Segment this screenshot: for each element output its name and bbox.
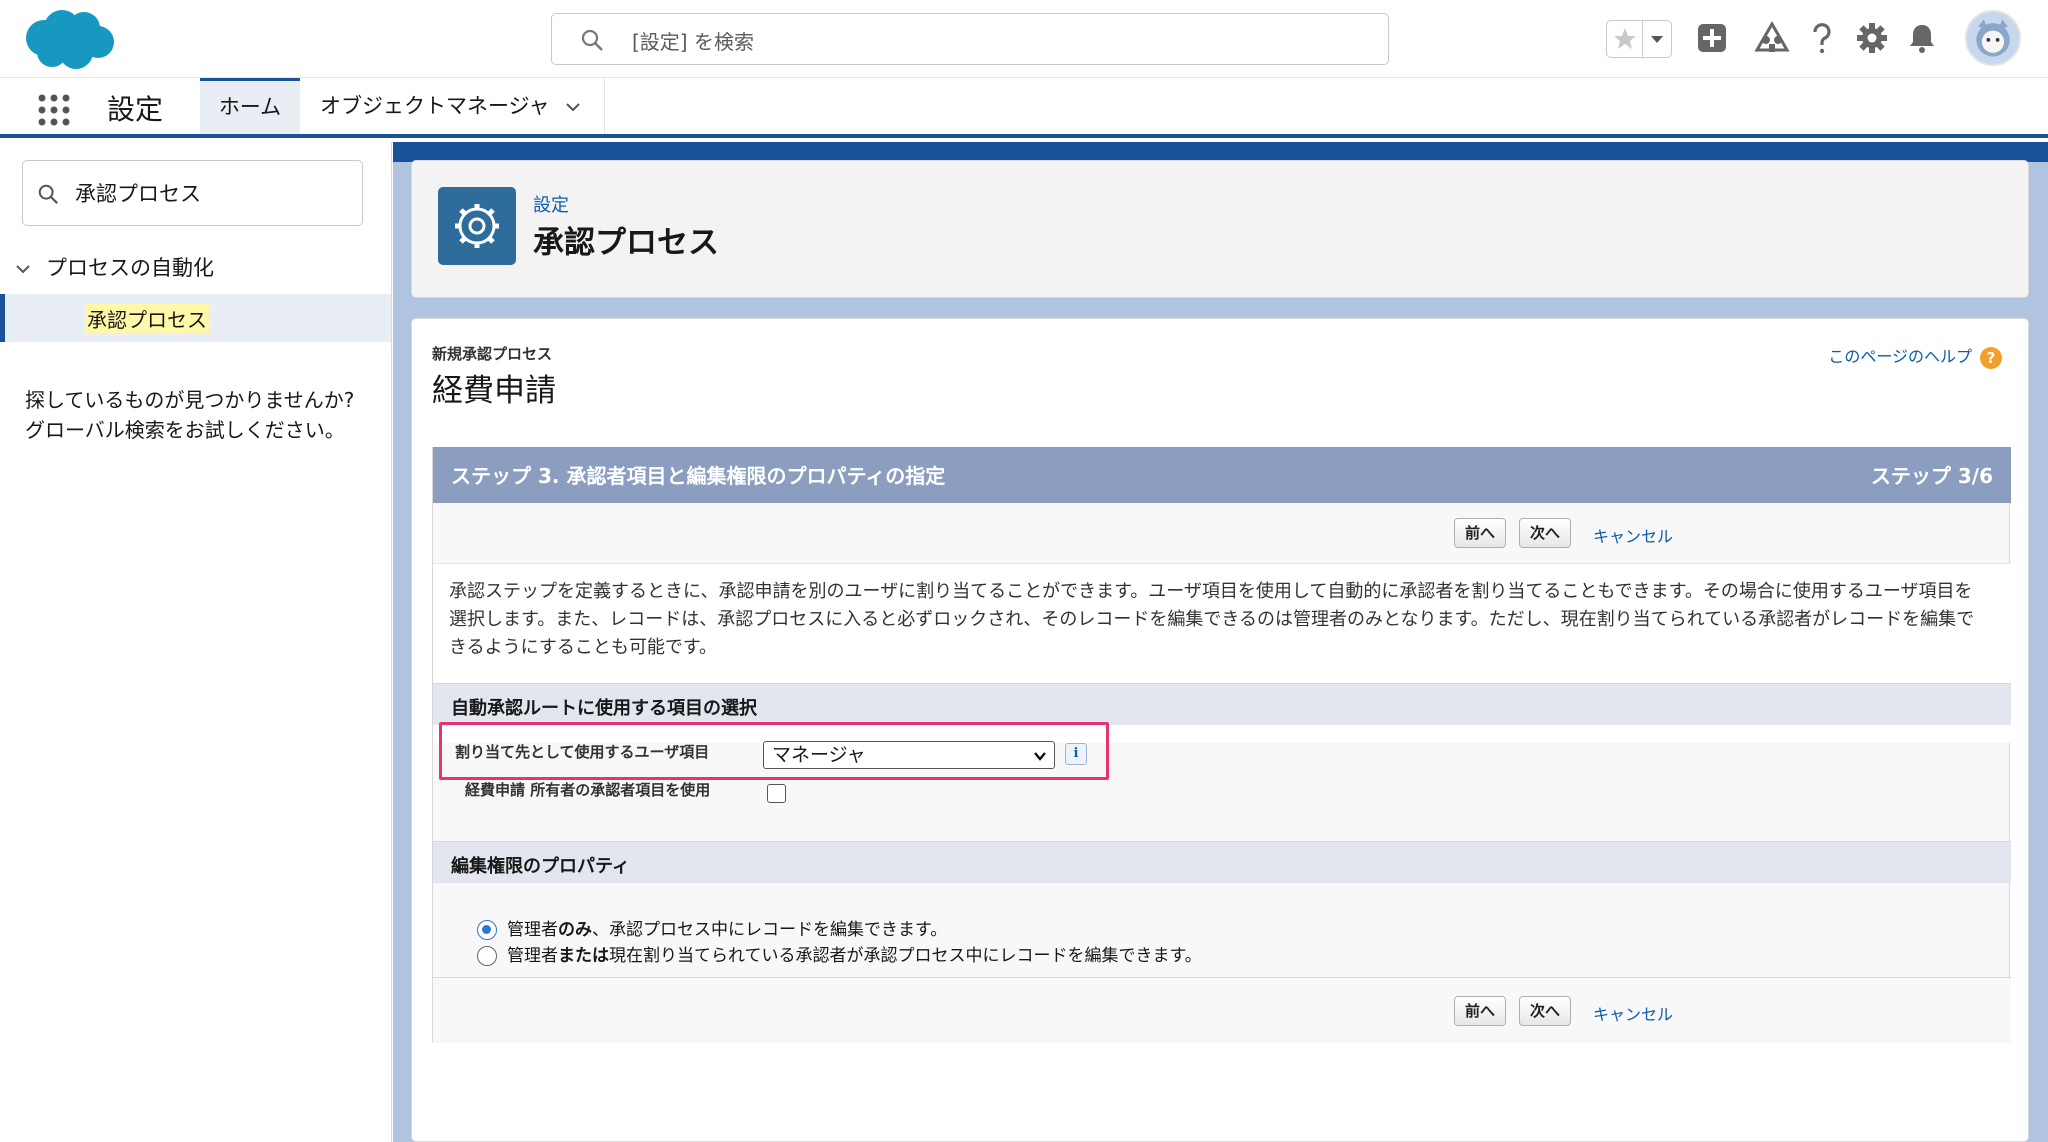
setup-gear-icon (438, 187, 516, 265)
next-button[interactable]: 次へ (1519, 518, 1572, 548)
chevron-down-icon (1651, 36, 1663, 43)
prev-button-bottom[interactable]: 前へ (1454, 996, 1507, 1026)
quick-find-value: 承認プロセス (75, 182, 201, 206)
help-link[interactable]: このページのヘルプ? (1828, 343, 2002, 369)
favorite-star-button[interactable] (1607, 21, 1643, 57)
cancel-link[interactable]: キャンセル (1593, 523, 1673, 547)
not-found-line-2: グローバル検索をお試しください。 (25, 418, 345, 442)
tree-item-process-automation[interactable]: プロセスの自動化 (14, 252, 214, 282)
record-title: 経費申請 (432, 373, 556, 409)
astro-avatar-icon (1976, 19, 2010, 57)
section-header-routing: 自動承認ルートに使用する項目の選択 (433, 683, 2011, 725)
tree-item-label: プロセスの自動化 (46, 256, 214, 280)
favorites-group (1606, 20, 1672, 58)
user-field-label: 割り当て先として使用するユーザ項目 (455, 743, 710, 761)
tree-item-approval-processes[interactable]: 承認プロセス (0, 294, 391, 342)
help-icon[interactable] (1802, 18, 1842, 58)
cancel-link-bottom[interactable]: キャンセル (1593, 1001, 1673, 1025)
user-field-selected-value: マネージャ (772, 744, 866, 766)
section-header-edit: 編集権限のプロパティ (433, 841, 2011, 883)
radio-label-bold: または (558, 946, 609, 966)
step-number: ステップ 3/6 (1870, 464, 1993, 488)
wizard-step-box: ステップ 3. 承認者項目と編集権限のプロパティの指定 ステップ 3/6 前へ … (432, 447, 2011, 1043)
radio-label-suffix: 現在割り当てられている承認者が承認プロセス中にレコードを編集できます。 (609, 946, 1202, 966)
step-description: 承認ステップを定義するときに、承認申請を別のユーザに割り当てることができます。ユ… (449, 581, 1975, 658)
radio-admin-only[interactable]: 管理者のみ、承認プロセス中にレコードを編集できます。 (477, 915, 947, 940)
user-field-select[interactable]: マネージャ (763, 741, 1055, 769)
owner-approver-checkbox[interactable] (767, 784, 786, 803)
global-search[interactable]: [設定] を検索 (551, 13, 1389, 65)
radio-label-prefix: 管理者 (507, 946, 558, 966)
search-icon (38, 184, 58, 204)
radio-admin-or-approver[interactable]: 管理者または現在割り当てられている承認者が承認プロセス中にレコードを編集できます… (477, 941, 1202, 966)
global-search-placeholder: [設定] を検索 (632, 30, 754, 54)
app-name: 設定 (107, 93, 164, 126)
main-area: 設定 承認プロセス 新規承認プロセス 経費申請 このページのヘルプ? ステップ … (393, 142, 2048, 1142)
search-icon (581, 29, 603, 51)
global-header: [設定] を検索 (0, 0, 2048, 78)
tree-item-label: 承認プロセス (85, 304, 209, 333)
prev-button[interactable]: 前へ (1454, 518, 1507, 548)
tab-object-manager[interactable]: オブジェクトマネージャ (300, 78, 605, 134)
next-button-bottom[interactable]: 次へ (1519, 996, 1572, 1026)
breadcrumb-setup[interactable]: 設定 (533, 191, 569, 217)
app-navigation-bar: 設定 ホーム オブジェクトマネージャ (0, 78, 2048, 138)
gear-icon[interactable] (1852, 18, 1892, 58)
not-found-line-1: 探しているものが見つかりませんか? (25, 388, 355, 412)
salesforce-logo-icon[interactable] (22, 8, 116, 72)
help-question-icon: ? (1980, 346, 2002, 369)
step-header: ステップ 3. 承認者項目と編集権限のプロパティの指定 ステップ 3/6 (433, 447, 2011, 503)
trailhead-guidance-icon[interactable] (1752, 18, 1792, 58)
help-link-label: このページのヘルプ (1828, 347, 1972, 366)
bottom-button-row: 前へ 次へ キャンセル (433, 977, 2011, 1043)
page-header: 設定 承認プロセス (411, 160, 2029, 298)
radio-label-bold: のみ (558, 920, 592, 940)
app-launcher-icon[interactable] (36, 92, 72, 128)
radio-label-prefix: 管理者 (507, 920, 558, 940)
favorites-list-button[interactable] (1643, 21, 1671, 57)
step-title: ステップ 3. 承認者項目と編集権限のプロパティの指定 (451, 464, 946, 488)
radio-label-suffix: 、承認プロセス中にレコードを編集できます。 (592, 920, 948, 940)
user-avatar[interactable] (1965, 10, 2021, 66)
tab-object-manager-label: オブジェクトマネージャ (320, 94, 550, 118)
info-icon[interactable]: i (1065, 743, 1087, 765)
owner-field-label: 経費申請 所有者の承認者項目を使用 (465, 781, 711, 799)
chevron-down-icon (16, 265, 30, 274)
bell-icon[interactable] (1902, 18, 1942, 58)
tab-home[interactable]: ホーム (200, 78, 300, 134)
chevron-down-icon (1034, 752, 1046, 761)
main-band (393, 142, 2048, 162)
chevron-down-icon[interactable] (564, 98, 582, 116)
radio-unselected-icon[interactable] (477, 946, 497, 966)
record-type-label: 新規承認プロセス (432, 345, 553, 363)
section-title: 編集権限のプロパティ (451, 856, 630, 877)
content-panel: 新規承認プロセス 経費申請 このページのヘルプ? ステップ 3. 承認者項目と編… (411, 318, 2029, 1142)
top-button-row: 前へ 次へ キャンセル (433, 503, 2011, 563)
page-title: 承認プロセス (533, 225, 719, 261)
star-icon (1614, 28, 1636, 49)
radio-selected-icon[interactable] (477, 920, 497, 940)
setup-sidebar: 承認プロセス プロセスの自動化 承認プロセス 探しているものが見つかりませんか?… (0, 142, 392, 1142)
quick-find-input[interactable]: 承認プロセス (22, 160, 363, 226)
section-title: 自動承認ルートに使用する項目の選択 (451, 698, 757, 719)
add-icon[interactable] (1692, 18, 1732, 58)
not-found-message: 探しているものが見つかりませんか? グローバル検索をお試しください。 (25, 385, 354, 445)
